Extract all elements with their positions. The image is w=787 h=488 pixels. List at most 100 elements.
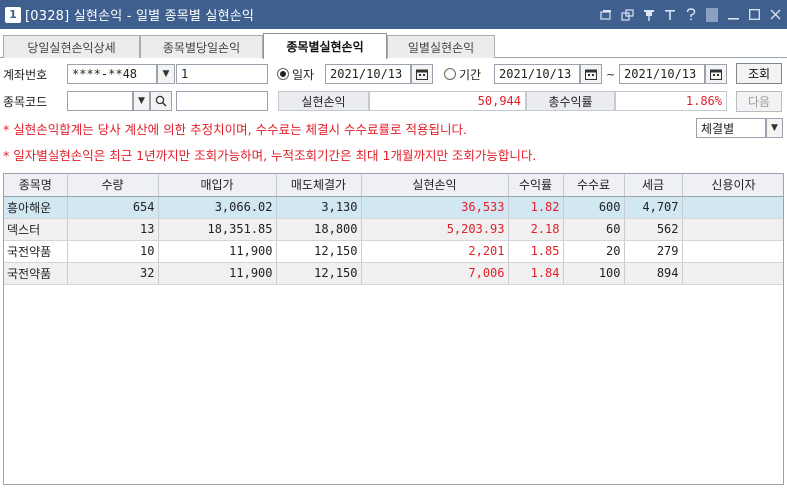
cell-stock-name: 덱스터 — [4, 218, 68, 241]
cell-sell-price: 18,800 — [276, 218, 362, 241]
cell-buy-price: 11,900 — [158, 240, 277, 263]
tab-daily-realized-pnl[interactable]: 일별실현손익 — [387, 35, 495, 58]
range-start-calendar-button[interactable] — [580, 64, 602, 84]
daily-date-field[interactable]: 2021/10/13 — [325, 64, 411, 84]
tab-daily-realized-detail[interactable]: 당일실현손익상세 — [3, 35, 140, 58]
font-icon[interactable] — [664, 9, 676, 21]
cell-quantity: 10 — [67, 240, 159, 263]
col-header-sell-price[interactable]: 매도체결가 — [276, 174, 362, 197]
tab-stock-daily-pnl[interactable]: 종목별당일손익 — [140, 35, 263, 58]
table-row[interactable]: 국전약품 10 11,900 12,150 2,201 1.85 20 279 — [4, 240, 783, 263]
chevron-down-icon: ▼ — [138, 96, 145, 106]
cell-commission: 20 — [563, 240, 625, 263]
popout-icon[interactable] — [621, 8, 634, 21]
cell-tax: 894 — [624, 262, 683, 285]
cell-stock-name: 국전약품 — [4, 240, 68, 263]
cell-credit-interest — [682, 196, 783, 219]
next-button[interactable]: 다음 — [736, 91, 782, 112]
col-header-credit-interest[interactable]: 신용이자 — [682, 174, 783, 197]
cell-commission: 100 — [563, 262, 625, 285]
cell-stock-name: 국전약품 — [4, 262, 68, 285]
period-range-radio[interactable] — [444, 68, 456, 80]
help-icon[interactable] — [685, 8, 697, 21]
filter-dropdown-button[interactable]: ▼ — [766, 118, 783, 138]
window-controls — [600, 0, 781, 29]
cell-realized-pnl: 36,533 — [361, 196, 509, 219]
col-header-commission[interactable]: 수수료 — [563, 174, 625, 197]
col-header-stock-name[interactable]: 종목명 — [4, 174, 68, 197]
tab-stock-realized-pnl[interactable]: 종목별실현손익 — [263, 33, 387, 59]
calendar-icon — [416, 69, 428, 80]
range-end-calendar-button[interactable] — [705, 64, 727, 84]
col-header-quantity[interactable]: 수량 — [67, 174, 159, 197]
cell-sell-price: 12,150 — [276, 240, 362, 263]
stock-code-dropdown-button[interactable]: ▼ — [133, 91, 150, 111]
daily-calendar-button[interactable] — [411, 64, 433, 84]
account-label: 계좌번호 — [3, 67, 48, 82]
cell-realized-pnl: 7,006 — [361, 262, 509, 285]
cell-buy-price: 11,900 — [158, 262, 277, 285]
cell-credit-interest — [682, 240, 783, 263]
note-estimate: * 실현손익합계는 당사 계산에 의한 추정치이며, 수수료는 체결시 수수료률… — [3, 121, 467, 137]
cell-realized-pnl: 2,201 — [361, 240, 509, 263]
close-icon[interactable] — [769, 9, 781, 20]
tab-bar: 당일실현손익상세 종목별당일손익 종목별실현손익 일별실현손익 — [0, 29, 787, 59]
window-titlebar: 1 [0328] 실현손익 - 일별 종목별 실현손익 — [0, 0, 787, 29]
range-separator: ~ — [606, 67, 616, 81]
calendar-icon — [585, 69, 597, 80]
title-separator — [706, 7, 718, 22]
account-sub-field[interactable]: 1 — [176, 64, 268, 84]
col-header-return-rate[interactable]: 수익률 — [508, 174, 564, 197]
col-header-buy-price[interactable]: 매입가 — [158, 174, 277, 197]
period-daily-radio[interactable] — [277, 68, 289, 80]
table-row[interactable]: 흥아해운 654 3,066.02 3,130 36,533 1.82 600 … — [4, 196, 783, 219]
window-number-badge: 1 — [5, 6, 21, 23]
cell-tax: 562 — [624, 218, 683, 241]
realized-pnl-table: 종목명 수량 매입가 매도체결가 실현손익 수익률 수수료 세금 신용이자 흥아… — [3, 173, 784, 485]
restore-icon[interactable] — [600, 9, 612, 21]
calendar-icon — [710, 69, 722, 80]
cell-tax: 279 — [624, 240, 683, 263]
cell-buy-price: 3,066.02 — [158, 196, 277, 219]
realized-pnl-label: 실현손익 — [278, 91, 369, 111]
filter-select[interactable]: 체결별 — [696, 118, 766, 138]
cell-quantity: 13 — [67, 218, 159, 241]
cell-quantity: 32 — [67, 262, 159, 285]
cell-tax: 4,707 — [624, 196, 683, 219]
cell-credit-interest — [682, 262, 783, 285]
account-dropdown-button[interactable]: ▼ — [157, 64, 175, 84]
range-end-date-field[interactable]: 2021/10/13 — [619, 64, 705, 84]
stock-search-button[interactable] — [150, 91, 172, 111]
table-row[interactable]: 덱스터 13 18,351.85 18,800 5,203.93 2.18 60… — [4, 218, 783, 241]
cell-sell-price: 12,150 — [276, 262, 362, 285]
maximize-icon[interactable] — [748, 9, 760, 20]
total-return-value: 1.86% — [615, 91, 727, 111]
stock-code-field[interactable] — [67, 91, 133, 111]
cell-commission: 60 — [563, 218, 625, 241]
note-query-range: * 일자별실현손익은 최근 1년까지만 조회가능하며, 누적조회기간은 최대 1… — [3, 147, 537, 163]
col-header-realized-pnl[interactable]: 실현손익 — [361, 174, 509, 197]
cell-credit-interest — [682, 218, 783, 241]
period-range-label: 기간 — [459, 67, 482, 82]
chevron-down-icon: ▼ — [162, 69, 170, 79]
search-icon — [155, 95, 167, 107]
cell-buy-price: 18,351.85 — [158, 218, 277, 241]
stock-name-field — [176, 91, 268, 111]
minimize-icon[interactable] — [727, 9, 739, 21]
window-title: [0328] 실현손익 - 일별 종목별 실현손익 — [25, 9, 255, 24]
cell-return-rate: 1.84 — [508, 262, 564, 285]
cell-return-rate: 2.18 — [508, 218, 564, 241]
cell-return-rate: 1.82 — [508, 196, 564, 219]
query-button[interactable]: 조회 — [736, 63, 782, 84]
pin-icon[interactable] — [643, 9, 655, 21]
table-row[interactable]: 국전약품 32 11,900 12,150 7,006 1.84 100 894 — [4, 262, 783, 285]
cell-quantity: 654 — [67, 196, 159, 219]
stock-code-label: 종목코드 — [3, 94, 48, 109]
col-header-tax[interactable]: 세금 — [624, 174, 683, 197]
cell-realized-pnl: 5,203.93 — [361, 218, 509, 241]
account-number-field[interactable]: ****-**48 — [67, 64, 157, 84]
range-start-date-field[interactable]: 2021/10/13 — [494, 64, 580, 84]
realized-pnl-value: 50,944 — [369, 91, 526, 111]
chevron-down-icon: ▼ — [771, 123, 778, 133]
total-return-label: 총수익률 — [526, 91, 615, 111]
